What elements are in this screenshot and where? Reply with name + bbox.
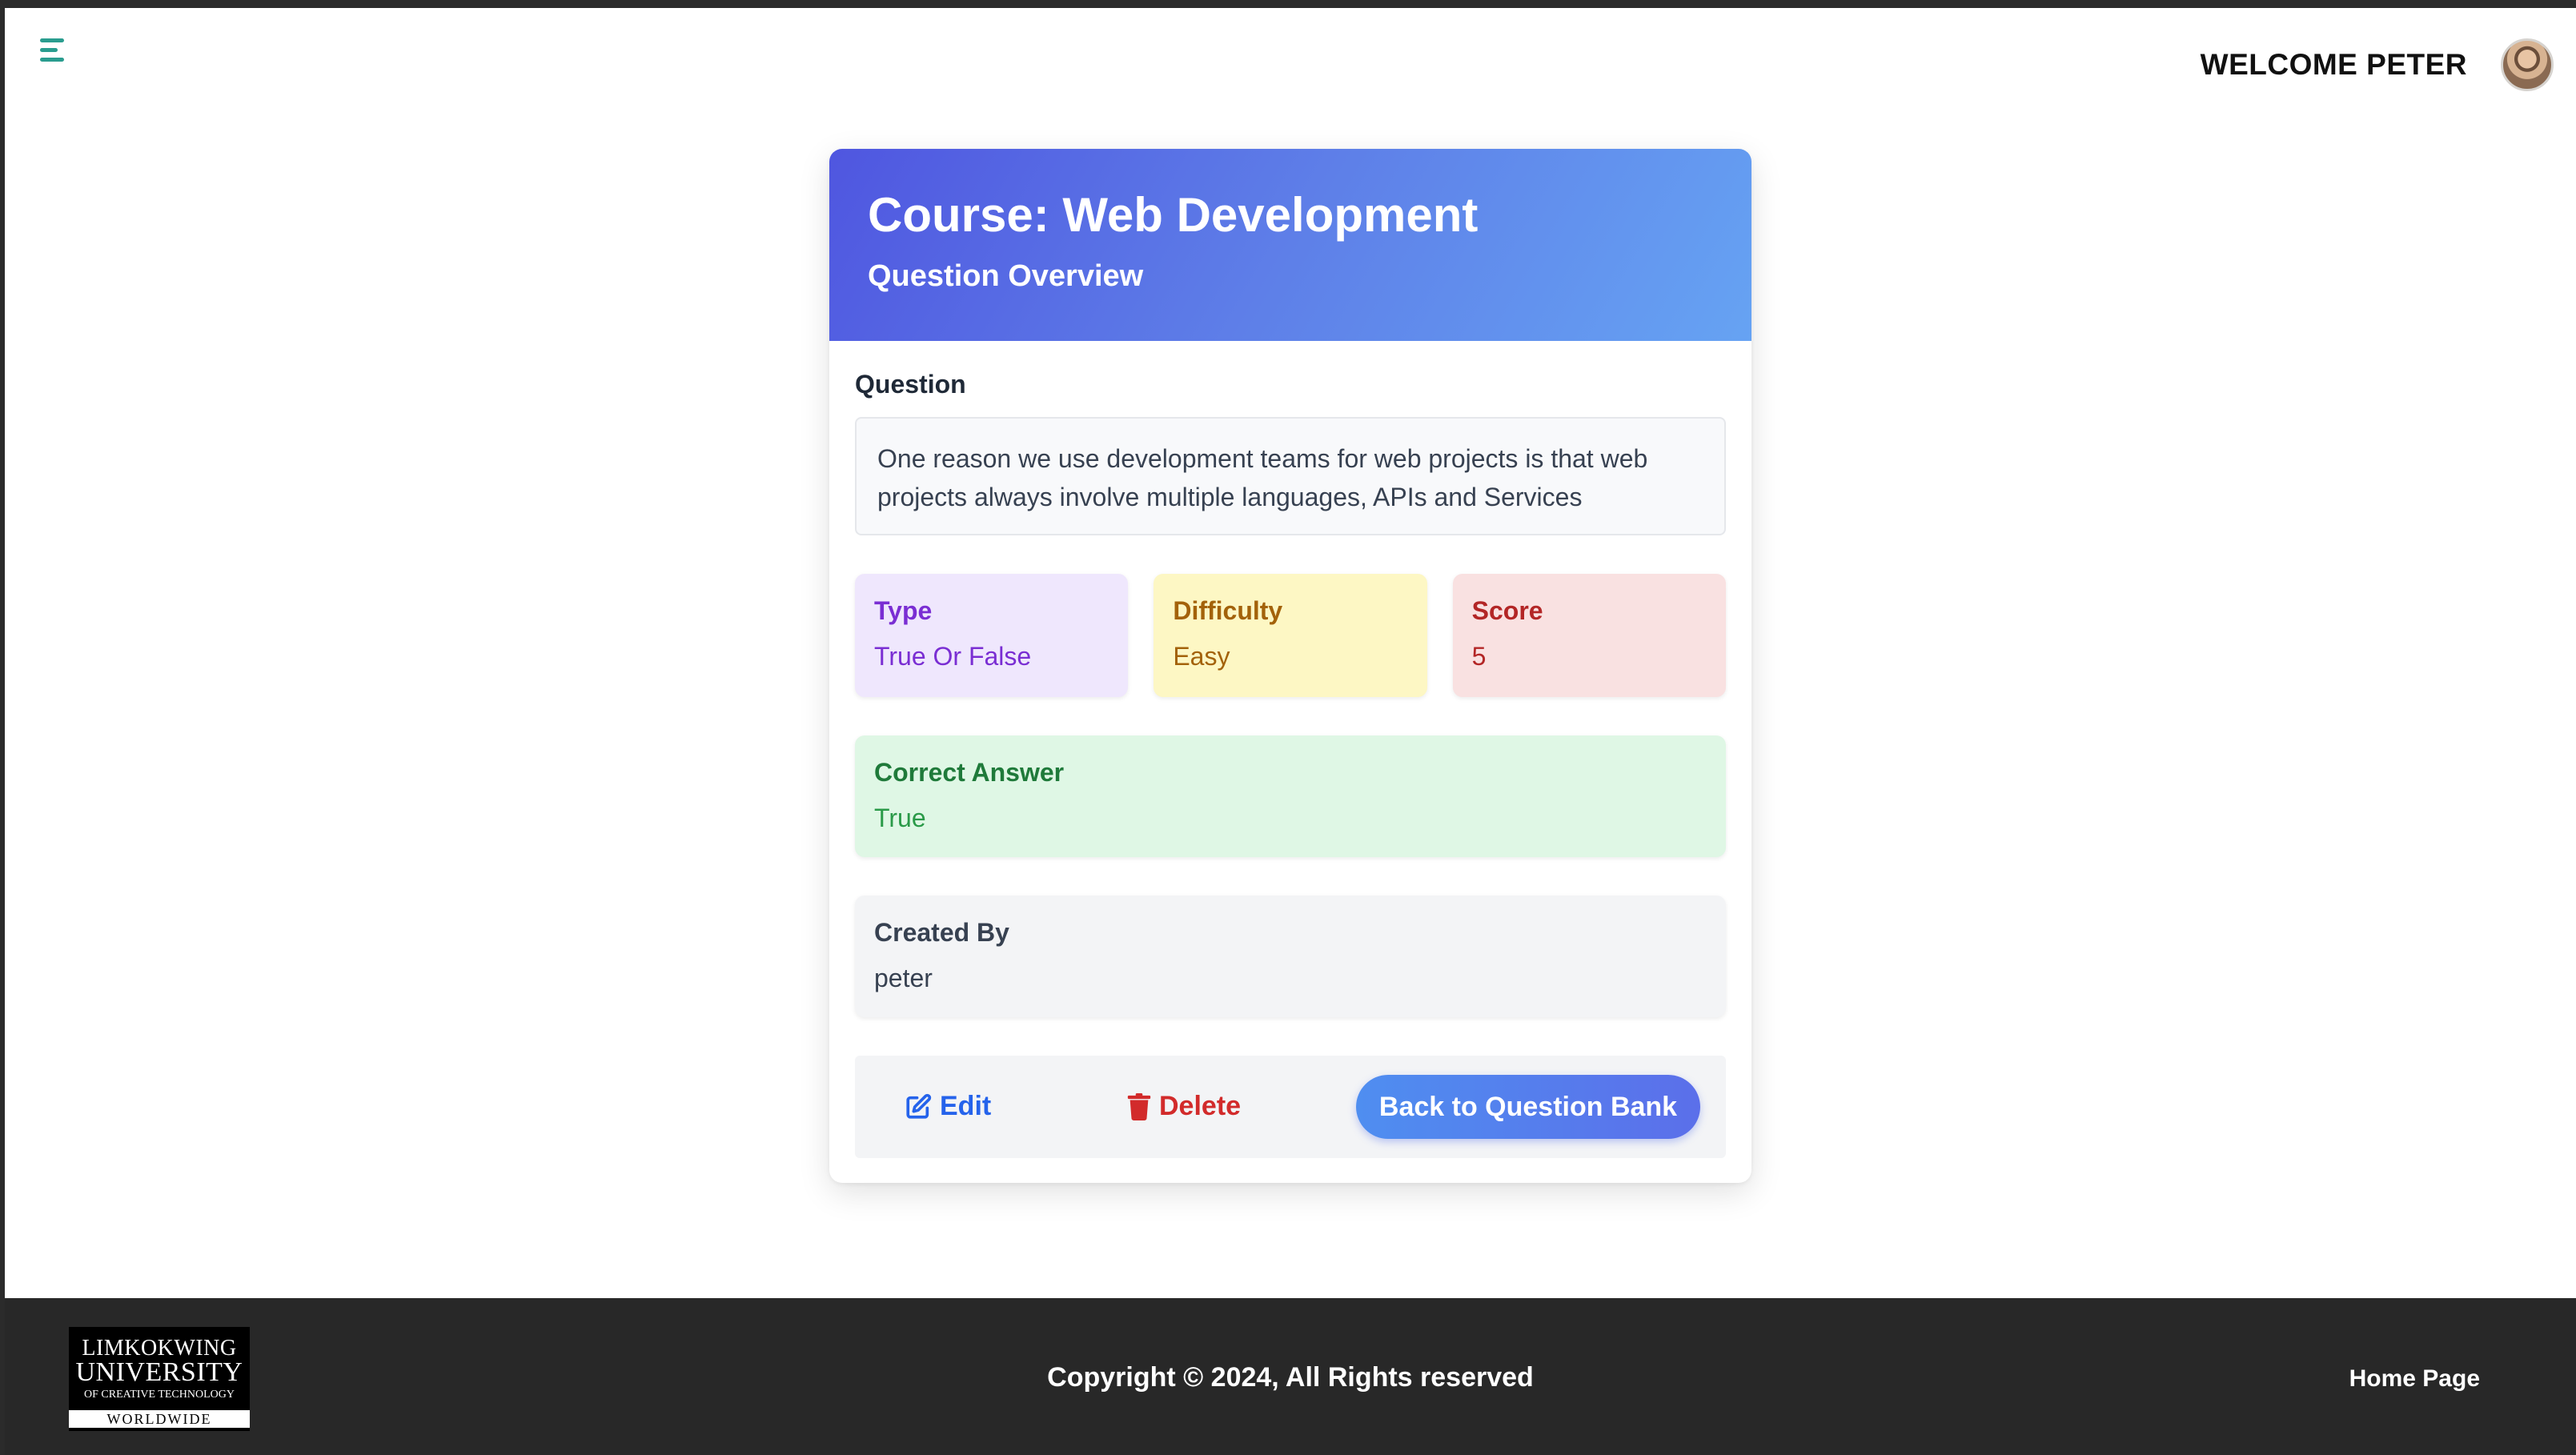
home-page-link[interactable]: Home Page bbox=[2349, 1365, 2480, 1393]
type-label: Type bbox=[874, 596, 933, 625]
question-label: Question bbox=[855, 370, 966, 399]
type-card: Type True Or False bbox=[855, 574, 1129, 697]
card-subtitle: Question Overview bbox=[868, 259, 1144, 293]
edit-button[interactable]: Edit bbox=[905, 1091, 991, 1122]
card-header: Course: Web Development Question Overvie… bbox=[829, 149, 1751, 341]
window-left-border bbox=[0, 0, 5, 1455]
difficulty-label: Difficulty bbox=[1173, 596, 1283, 625]
score-label: Score bbox=[1471, 596, 1543, 625]
correct-answer-value: True bbox=[874, 804, 926, 832]
delete-button[interactable]: Delete bbox=[1127, 1091, 1241, 1122]
difficulty-value: Easy bbox=[1173, 642, 1230, 671]
logo-line-4: WORLDWIDE bbox=[69, 1409, 250, 1428]
course-title: Course: Web Development bbox=[868, 188, 1479, 242]
trash-icon bbox=[1127, 1092, 1151, 1120]
difficulty-card: Difficulty Easy bbox=[1154, 574, 1427, 697]
edit-label: Edit bbox=[940, 1091, 992, 1121]
back-to-question-bank-button[interactable]: Back to Question Bank bbox=[1356, 1075, 1700, 1139]
welcome-text: WELCOME PETER bbox=[2200, 48, 2467, 81]
score-value: 5 bbox=[1471, 642, 1487, 671]
created-by-label: Created By bbox=[874, 918, 1009, 947]
window-top-border bbox=[0, 0, 2576, 8]
footer: LIMKOKWING UNIVERSITY OF CREATIVE TECHNO… bbox=[5, 1298, 2576, 1455]
question-card: Course: Web Development Question Overvie… bbox=[829, 149, 1751, 1183]
score-card: Score 5 bbox=[1452, 574, 1726, 697]
card-body: Question One reason we use development t… bbox=[829, 341, 1751, 1158]
created-by-card: Created By peter bbox=[855, 896, 1726, 1017]
avatar[interactable] bbox=[2501, 38, 2554, 91]
edit-icon bbox=[906, 1093, 932, 1119]
correct-answer-label: Correct Answer bbox=[874, 758, 1065, 787]
menu-icon[interactable] bbox=[37, 35, 72, 67]
created-by-value: peter bbox=[874, 964, 933, 992]
action-bar: Edit Delete Back to Question Bank bbox=[855, 1056, 1726, 1158]
correct-answer-card: Correct Answer True bbox=[855, 736, 1726, 857]
question-text: One reason we use development teams for … bbox=[855, 417, 1726, 535]
question-stats: Type True Or False Difficulty Easy Score… bbox=[855, 574, 1726, 697]
copyright-text: Copyright © 2024, All Rights reserved bbox=[1047, 1362, 1534, 1393]
top-header: WELCOME PETER bbox=[5, 8, 2576, 112]
type-value: True Or False bbox=[874, 642, 1032, 671]
delete-label: Delete bbox=[1159, 1091, 1242, 1121]
